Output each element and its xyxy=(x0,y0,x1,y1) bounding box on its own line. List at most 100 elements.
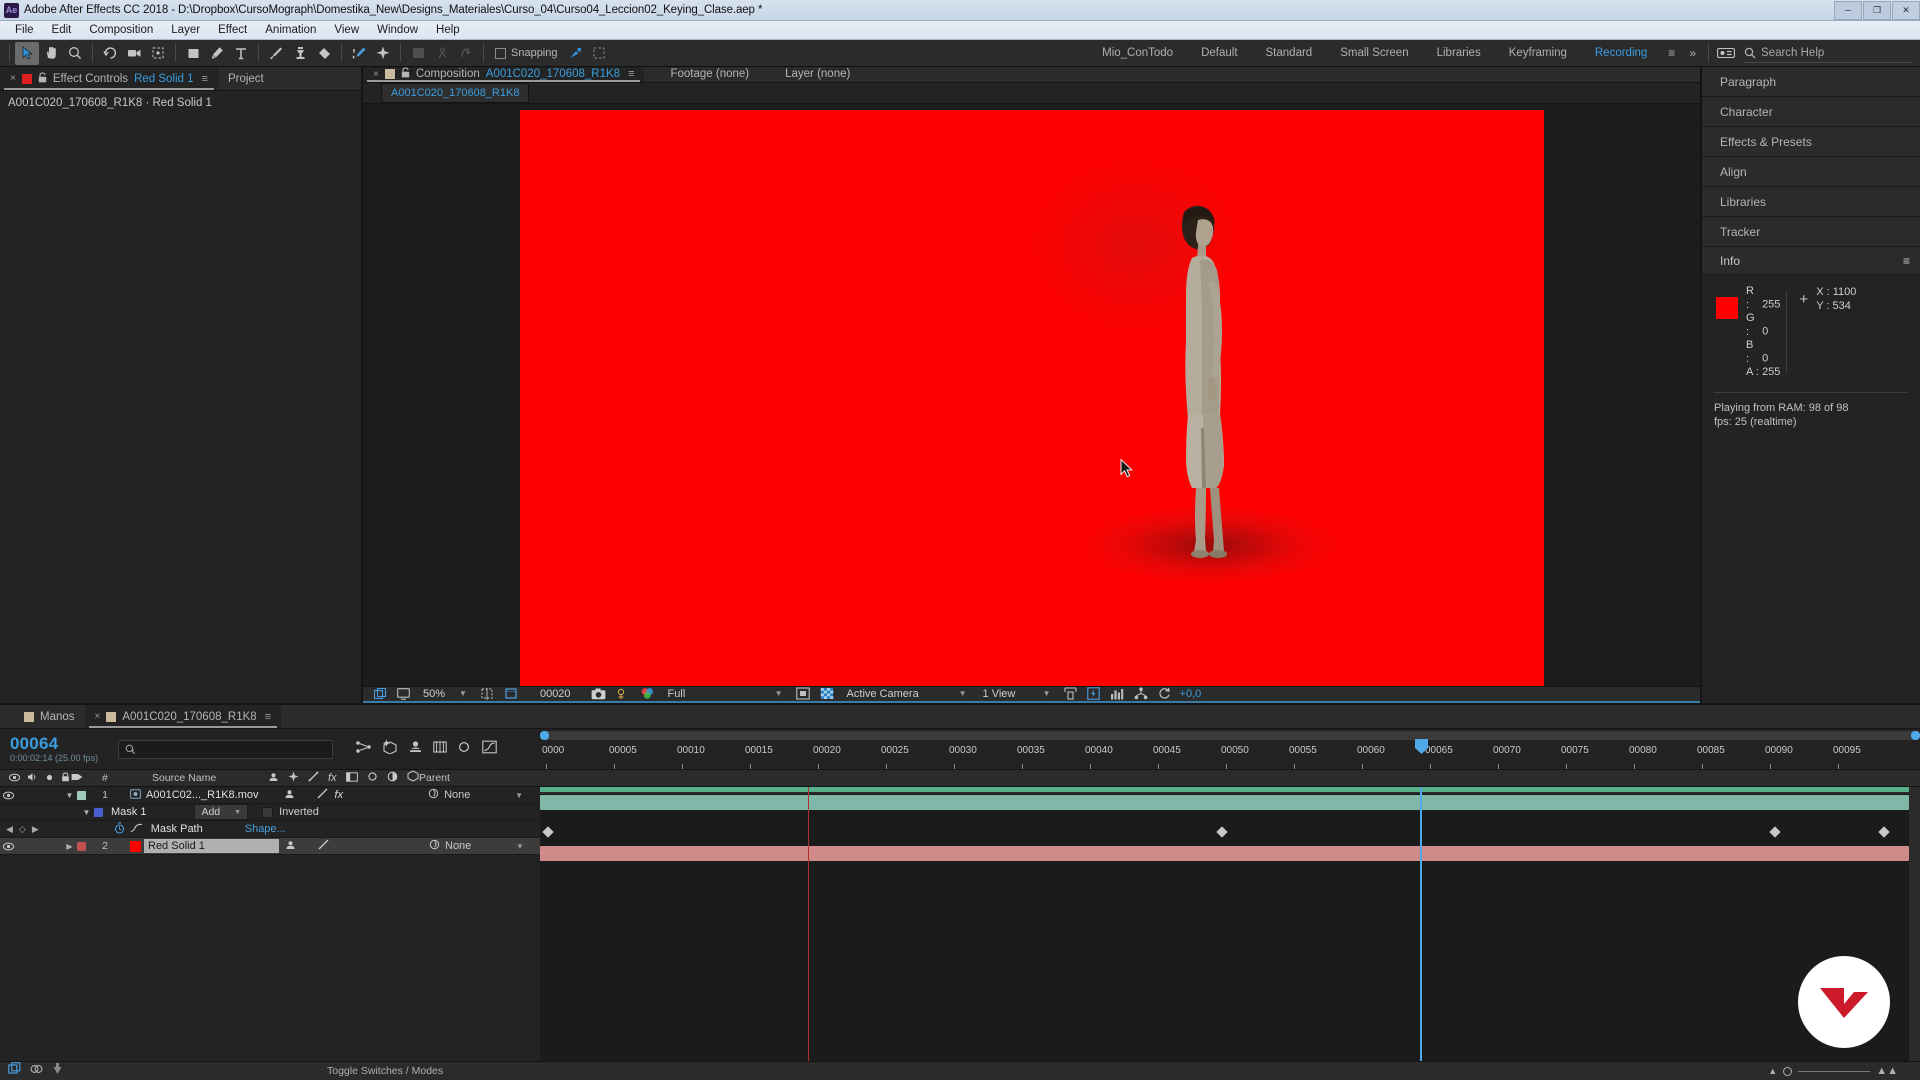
layer-source-name[interactable]: A001C02..._R1K8.mov xyxy=(146,789,259,801)
timeline-panel-menu-icon[interactable]: ≡ xyxy=(265,711,271,723)
workspace-standard[interactable]: Standard xyxy=(1252,40,1327,67)
tab-close-icon[interactable]: × xyxy=(10,73,16,84)
panel-paragraph[interactable]: Paragraph xyxy=(1702,67,1920,97)
tab-composition[interactable]: × Composition A001C020_170608_R1K8 ≡ xyxy=(363,67,645,82)
layer2-expand-arrow[interactable]: ▶ xyxy=(62,842,77,851)
mask-mode-select[interactable]: Add ▼ xyxy=(194,804,249,820)
views-select[interactable]: 1 View ▼ xyxy=(978,687,1056,701)
table-row[interactable]: ▶ 2 Red Solid 1 None ▼ xyxy=(0,838,540,855)
next-keyframe-icon[interactable]: ▶ xyxy=(32,824,39,835)
tab-manos[interactable]: Manos xyxy=(0,705,85,728)
graph-editor-property-icon[interactable] xyxy=(130,823,143,836)
layer-visibility-icon[interactable] xyxy=(0,791,17,800)
panel-align[interactable]: Align xyxy=(1702,157,1920,187)
comp-panel-menu-icon[interactable]: ≡ xyxy=(628,68,634,80)
layer-shy-switch[interactable] xyxy=(284,789,295,802)
region-of-interest-toggle-icon[interactable] xyxy=(791,687,815,700)
layer-quality-switch[interactable] xyxy=(317,788,328,802)
add-keyframe-icon[interactable]: ◇ xyxy=(19,824,26,835)
zoom-in-icon[interactable]: ▲▲ xyxy=(1876,1065,1898,1077)
tab-project[interactable]: Project xyxy=(218,67,274,90)
workspace-libraries[interactable]: Libraries xyxy=(1423,40,1495,67)
layer2-parent-cell[interactable]: None ▼ xyxy=(429,839,524,853)
timeline-ruler[interactable]: 0000 00005 00010 00015 00020 00025 00030… xyxy=(540,729,1920,769)
keyframe-marker[interactable] xyxy=(1769,826,1781,838)
puppet-starch-icon[interactable] xyxy=(430,42,454,65)
menu-window[interactable]: Window xyxy=(368,22,427,38)
timeline-tab-close-icon[interactable]: × xyxy=(95,711,101,722)
menu-animation[interactable]: Animation xyxy=(256,22,325,38)
table-row[interactable]: ▼ Mask 1 Add ▼ Inverted xyxy=(0,804,540,821)
snapping-checkbox[interactable] xyxy=(495,47,506,59)
viewer-timecode[interactable]: 00020 xyxy=(535,688,576,700)
menu-effect[interactable]: Effect xyxy=(209,22,256,38)
workspace-recording[interactable]: Recording xyxy=(1581,40,1661,67)
prev-keyframe-icon[interactable]: ◀ xyxy=(6,824,13,835)
motion-blur-icon[interactable] xyxy=(457,740,472,759)
layer-visibility-icon-2[interactable] xyxy=(0,842,17,851)
resolution-select[interactable]: Full ▼ xyxy=(663,687,788,701)
panel-libraries[interactable]: Libraries xyxy=(1702,187,1920,217)
workspace-keyframing[interactable]: Keyframing xyxy=(1495,40,1581,67)
type-tool-icon[interactable] xyxy=(229,42,253,65)
parent2-pickwhip-icon[interactable] xyxy=(429,839,440,853)
mask-color-swatch[interactable] xyxy=(94,807,103,817)
current-time-value[interactable]: 00064 xyxy=(10,734,98,753)
keyframe-navigator[interactable]: ◀ ◇ ▶ xyxy=(0,824,39,835)
lock-icon[interactable] xyxy=(38,71,47,86)
timeline-vertical-scrollbar[interactable] xyxy=(1909,787,1920,1061)
full-screen-icon[interactable] xyxy=(392,688,415,700)
layer2-label-color[interactable] xyxy=(77,841,86,851)
anchor-point-tool-icon[interactable] xyxy=(146,42,170,65)
menu-edit[interactable]: Edit xyxy=(43,22,81,38)
composition-viewer[interactable] xyxy=(363,103,1700,686)
panel-info-header[interactable]: Info ≡ xyxy=(1702,247,1920,275)
comp-navigator-item[interactable]: A001C020_170608_R1K8 xyxy=(381,82,530,103)
menu-view[interactable]: View xyxy=(325,22,368,38)
keyframe-marker[interactable] xyxy=(1216,826,1228,838)
layer2-quality-switch[interactable] xyxy=(318,839,329,853)
parent-chevron-down-icon[interactable]: ▼ xyxy=(515,791,523,800)
eraser-tool-icon[interactable] xyxy=(312,42,336,65)
layer2-shy-switch[interactable] xyxy=(285,840,296,853)
tab-footage[interactable]: Footage (none) xyxy=(644,67,759,82)
tab-layer[interactable]: Layer (none) xyxy=(759,67,860,82)
choose-grid-guide-icon[interactable] xyxy=(475,687,499,701)
layer-label-color[interactable] xyxy=(77,790,86,800)
info-panel-menu-icon[interactable]: ≡ xyxy=(1903,254,1910,268)
mask-path-value[interactable]: Shape... xyxy=(245,823,286,835)
table-row[interactable]: ▼ 1 A001C02..._R1K8.mov fx None ▼ xyxy=(0,787,540,804)
puppet-overlap-icon[interactable] xyxy=(454,42,478,65)
sync-settings-icon[interactable] xyxy=(1714,42,1738,65)
roto-brush-tool-icon[interactable] xyxy=(347,42,371,65)
layer-expand-arrow[interactable]: ▼ xyxy=(62,791,77,800)
tab-timeline-active[interactable]: × A001C020_170608_R1K8 ≡ xyxy=(84,705,282,728)
timeline-graph-icon[interactable] xyxy=(1105,688,1129,700)
take-snapshot-icon[interactable] xyxy=(586,688,611,700)
graph-editor-icon[interactable] xyxy=(482,740,497,759)
layer-switches-icon[interactable] xyxy=(8,1062,21,1080)
show-snapshot-icon[interactable] xyxy=(611,688,635,700)
motion-path-icon[interactable] xyxy=(52,1062,63,1080)
comp-lock-icon[interactable] xyxy=(401,67,410,81)
transfer-controls-icon[interactable] xyxy=(30,1062,43,1080)
comp-tab-close-icon[interactable]: × xyxy=(373,69,379,80)
pixel-aspect-correction-icon[interactable] xyxy=(1059,687,1082,700)
timeline-search-input[interactable] xyxy=(118,739,334,759)
timeline-track-area[interactable] xyxy=(540,787,1920,1061)
transform-box-icon[interactable] xyxy=(587,42,611,65)
hide-shy-layers-icon[interactable] xyxy=(408,740,423,759)
renderer-options-icon[interactable] xyxy=(1129,687,1153,700)
layer-parent-cell[interactable]: None ▼ xyxy=(428,788,523,802)
workspace-default[interactable]: Default xyxy=(1187,40,1251,67)
table-row[interactable]: ◀ ◇ ▶ Mask Path Shape... xyxy=(0,821,540,838)
exposure-value[interactable]: +0,0 xyxy=(1176,688,1206,700)
selection-tool-icon[interactable] xyxy=(15,41,39,65)
layer2-parent-value[interactable]: None xyxy=(445,840,479,852)
current-time-group[interactable]: 00064 0:00:02:14 (25.00 fps) xyxy=(10,734,98,764)
zoom-slider-track[interactable] xyxy=(1798,1070,1871,1072)
brush-tool-icon[interactable] xyxy=(264,42,288,65)
hand-tool-icon[interactable] xyxy=(39,42,63,65)
region-of-interest-icon[interactable] xyxy=(499,687,523,700)
workspace-overflow-icon[interactable]: » xyxy=(1682,46,1703,60)
